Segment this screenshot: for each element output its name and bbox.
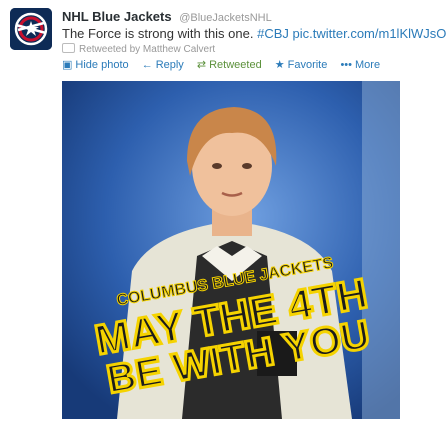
reply-arrow-icon: ← bbox=[141, 59, 153, 71]
ellipsis-icon: ••• bbox=[340, 59, 352, 71]
favorite-button[interactable]: ★ Favorite bbox=[275, 58, 328, 71]
reply-label: Reply bbox=[155, 59, 184, 71]
photo-link[interactable]: pic.twitter.com/m1lKlWJsOK bbox=[293, 26, 446, 41]
retweet-context-icon bbox=[62, 43, 75, 53]
hide-photo-label: Hide photo bbox=[75, 59, 129, 71]
hide-photo-button[interactable]: ▣ Hide photo bbox=[62, 58, 129, 71]
favorite-label: Favorite bbox=[287, 59, 328, 71]
author-handle[interactable]: @BlueJacketsNHL bbox=[179, 12, 271, 24]
tweet-photo[interactable]: COLUMBUS BLUE JACKETS MAY THE 4TH BE WIT… bbox=[62, 81, 400, 419]
retweeted-by-text[interactable]: Retweeted by Matthew Calvert bbox=[79, 44, 215, 55]
tweet-text: The Force is strong with this one. #CBJ … bbox=[62, 26, 446, 41]
tweet-body: The Force is strong with this one. bbox=[62, 26, 254, 41]
more-label: More bbox=[355, 59, 381, 71]
hashtag-link[interactable]: #CBJ bbox=[257, 26, 289, 41]
reply-button[interactable]: ← Reply bbox=[142, 59, 184, 71]
author-name[interactable]: NHL Blue Jackets bbox=[62, 9, 172, 24]
photo-icon: ▣ bbox=[62, 59, 73, 71]
star-icon: ★ bbox=[274, 59, 285, 71]
photo-artwork: COLUMBUS BLUE JACKETS MAY THE 4TH BE WIT… bbox=[62, 81, 400, 419]
retweeted-label: Retweeted bbox=[209, 59, 262, 71]
tweet-header: NHL Blue Jackets @BlueJacketsNHL bbox=[62, 9, 444, 24]
retweeted-by-context: Retweeted by Matthew Calvert bbox=[62, 43, 215, 55]
retweet-icon: ⇄ bbox=[196, 59, 207, 71]
blue-jackets-logo-icon bbox=[10, 8, 52, 50]
tweet-actions: ▣ Hide photo ← Reply ⇄ Retweeted ★ Favorite … bbox=[62, 58, 444, 71]
avatar[interactable] bbox=[10, 8, 52, 50]
retweeted-button[interactable]: ⇄ Retweeted bbox=[197, 58, 262, 71]
more-button[interactable]: ••• More bbox=[340, 59, 380, 71]
